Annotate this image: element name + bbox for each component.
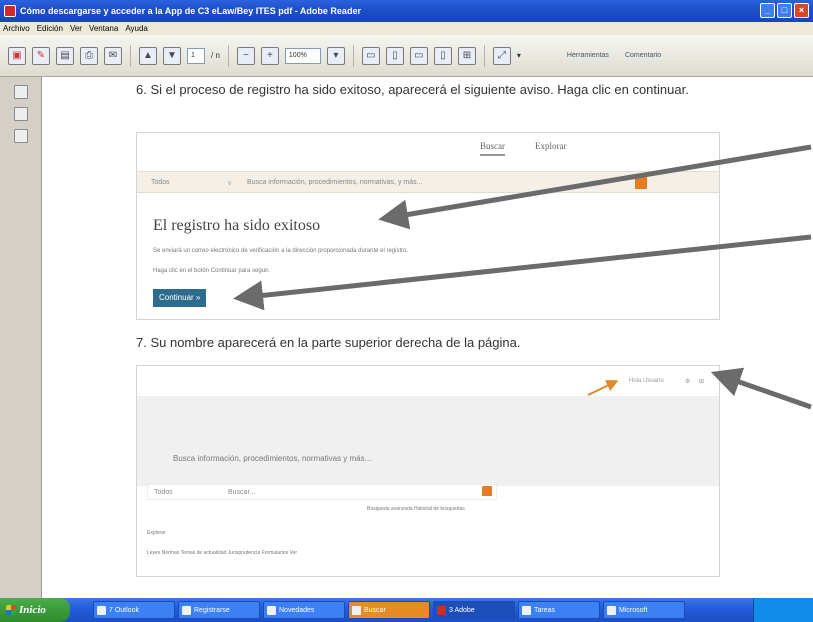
next-page-icon[interactable]: ▼ [163,46,181,65]
fit-width-icon[interactable]: ▯ [385,46,404,65]
toolbar-divider [130,44,131,67]
minimize-button[interactable]: _ [760,3,775,18]
save-icon[interactable]: ▤ [56,46,74,65]
grid-icon: ⊞ [699,379,705,385]
step-7-text: 7. Su nombre aparecerá en la parte super… [136,335,521,350]
taskbar-item-buscar[interactable]: Buscar [348,601,430,619]
zoom-out-icon[interactable]: − [236,46,255,65]
navigation-pane [0,77,42,598]
create-icon[interactable]: ✎ [32,46,50,65]
search-scope-select-2: Todos [154,489,173,496]
menu-ayuda[interactable]: Ayuda [125,24,148,33]
search-placeholder: Busca información, procedimientos, norma… [247,179,423,186]
search-bar: Todos ∨ Busca información, procedimiento… [137,171,719,193]
taskbar-item-novedades[interactable]: Novedades [263,601,345,619]
menu-ventana[interactable]: Ventana [89,24,118,33]
search-icon [635,177,647,189]
taskbar-item-registrarse[interactable]: Registrarse [178,601,260,619]
tab-buscar: Buscar [480,141,505,156]
two-up-icon[interactable]: ⊞ [457,46,476,65]
page-number-input[interactable]: 1 [187,47,205,64]
windows-flag-icon [6,605,16,615]
page-total: / n [211,51,220,60]
more-dropdown-icon[interactable]: ▾ [517,51,521,60]
app-icon [182,605,191,615]
taskbar-item-outlook[interactable]: 7 Outlook [93,601,175,619]
user-name-label: Hola Usuario [629,378,664,384]
document-view: 6. Si el proceso de registro ha sido exi… [43,77,813,598]
taskbar: Inicio 7 Outlook Registrarse Novedades B… [0,598,813,622]
fit-page-icon[interactable]: ▭ [361,46,380,65]
taskbar-item-adobe[interactable]: 3 Adobe [433,601,515,619]
step-6-text: 6. Si el proceso de registro ha sido exi… [136,82,689,97]
title-bar: Cómo descargarse y acceder a la App de C… [0,0,813,22]
taskbar-item-tareas[interactable]: Tareas [518,601,600,619]
menu-archivo[interactable]: Archivo [3,24,30,33]
system-tray [753,598,813,622]
toolbar-divider [352,44,354,67]
arrow-to-user-name [710,367,812,410]
comment-link[interactable]: Comentario [625,52,661,59]
prev-page-icon[interactable]: ▲ [139,46,157,65]
tools-link[interactable]: Herramientas [567,52,609,59]
app-icon [267,605,276,615]
registration-success-screenshot: Buscar Explorar Todos ∨ Busca informació… [136,132,720,320]
search-prompt: Busca información, procedimientos, norma… [173,454,372,463]
app-icon [522,605,531,615]
chevron-down-icon: ∨ [227,180,233,187]
window-controls: _ □ × [760,3,809,18]
close-button[interactable]: × [794,3,809,18]
hero-band [137,396,719,486]
toolbar-divider [227,44,229,67]
menu-ver[interactable]: Ver [70,24,82,33]
toolbar: ▣ ✎ ▤ ⎙ ✉ ▲ ▼ 1 / n − + 100% ▾ ▭ ▯ ▭ ▯ ⊞… [0,35,813,77]
success-headline: El registro ha sido exitoso [153,217,321,234]
continue-instruction-text: Haga clic en el botón Continuar para seg… [153,268,270,274]
verification-info-text: Se enviará un correo electrónico de veri… [153,248,409,254]
open-icon[interactable]: ▣ [8,46,26,65]
adobe-reader-icon [4,5,16,17]
continue-button: Continuar » [153,289,207,307]
tab-explorar: Explorar [535,141,567,151]
pages-icon[interactable] [13,85,28,99]
taskbar-item-microsoft[interactable]: Microsoft [603,601,685,619]
search-links: Búsqueda avanzada Historial de búsquedas [367,506,465,512]
menu-bar: Archivo Edición Ver Ventana Ayuda [0,22,813,35]
print-icon[interactable]: ⎙ [80,46,98,65]
settings-icon: ⚙ [685,379,691,385]
app-icon [352,605,361,615]
user-name-screenshot: Hola Usuario ⚙ ⊞ Busca información, proc… [136,365,720,577]
start-label: Inicio [19,604,46,616]
app-icon [607,605,616,615]
maximize-button[interactable]: □ [777,3,792,18]
zoom-input[interactable]: 100% [284,47,321,64]
attachment-icon[interactable] [13,107,28,121]
single-page-icon[interactable]: ▭ [409,46,428,65]
signature-icon[interactable] [13,129,28,143]
toolbar-divider [483,44,485,67]
scroll-icon[interactable]: ▯ [433,46,452,65]
zoom-in-icon[interactable]: + [260,46,279,65]
app-icon [97,605,106,615]
email-icon[interactable]: ✉ [104,46,122,65]
menu-edicion[interactable]: Edición [37,24,63,33]
search-placeholder-2: Buscar... [228,489,256,496]
search-bar-2: Todos Buscar... [147,484,497,500]
search-icon-2 [482,486,492,496]
explore-label: Explorar [147,530,166,536]
window-title: Cómo descargarse y acceder a la App de C… [20,6,361,16]
topic-links: Leyes Normas Temas de actualidad Jurispr… [147,550,297,556]
search-scope-select: Todos [151,179,170,186]
app-icon [437,605,446,615]
fullscreen-icon[interactable]: ⤢ [492,46,511,65]
start-button[interactable]: Inicio [0,598,70,622]
zoom-dropdown-icon[interactable]: ▾ [326,46,345,65]
